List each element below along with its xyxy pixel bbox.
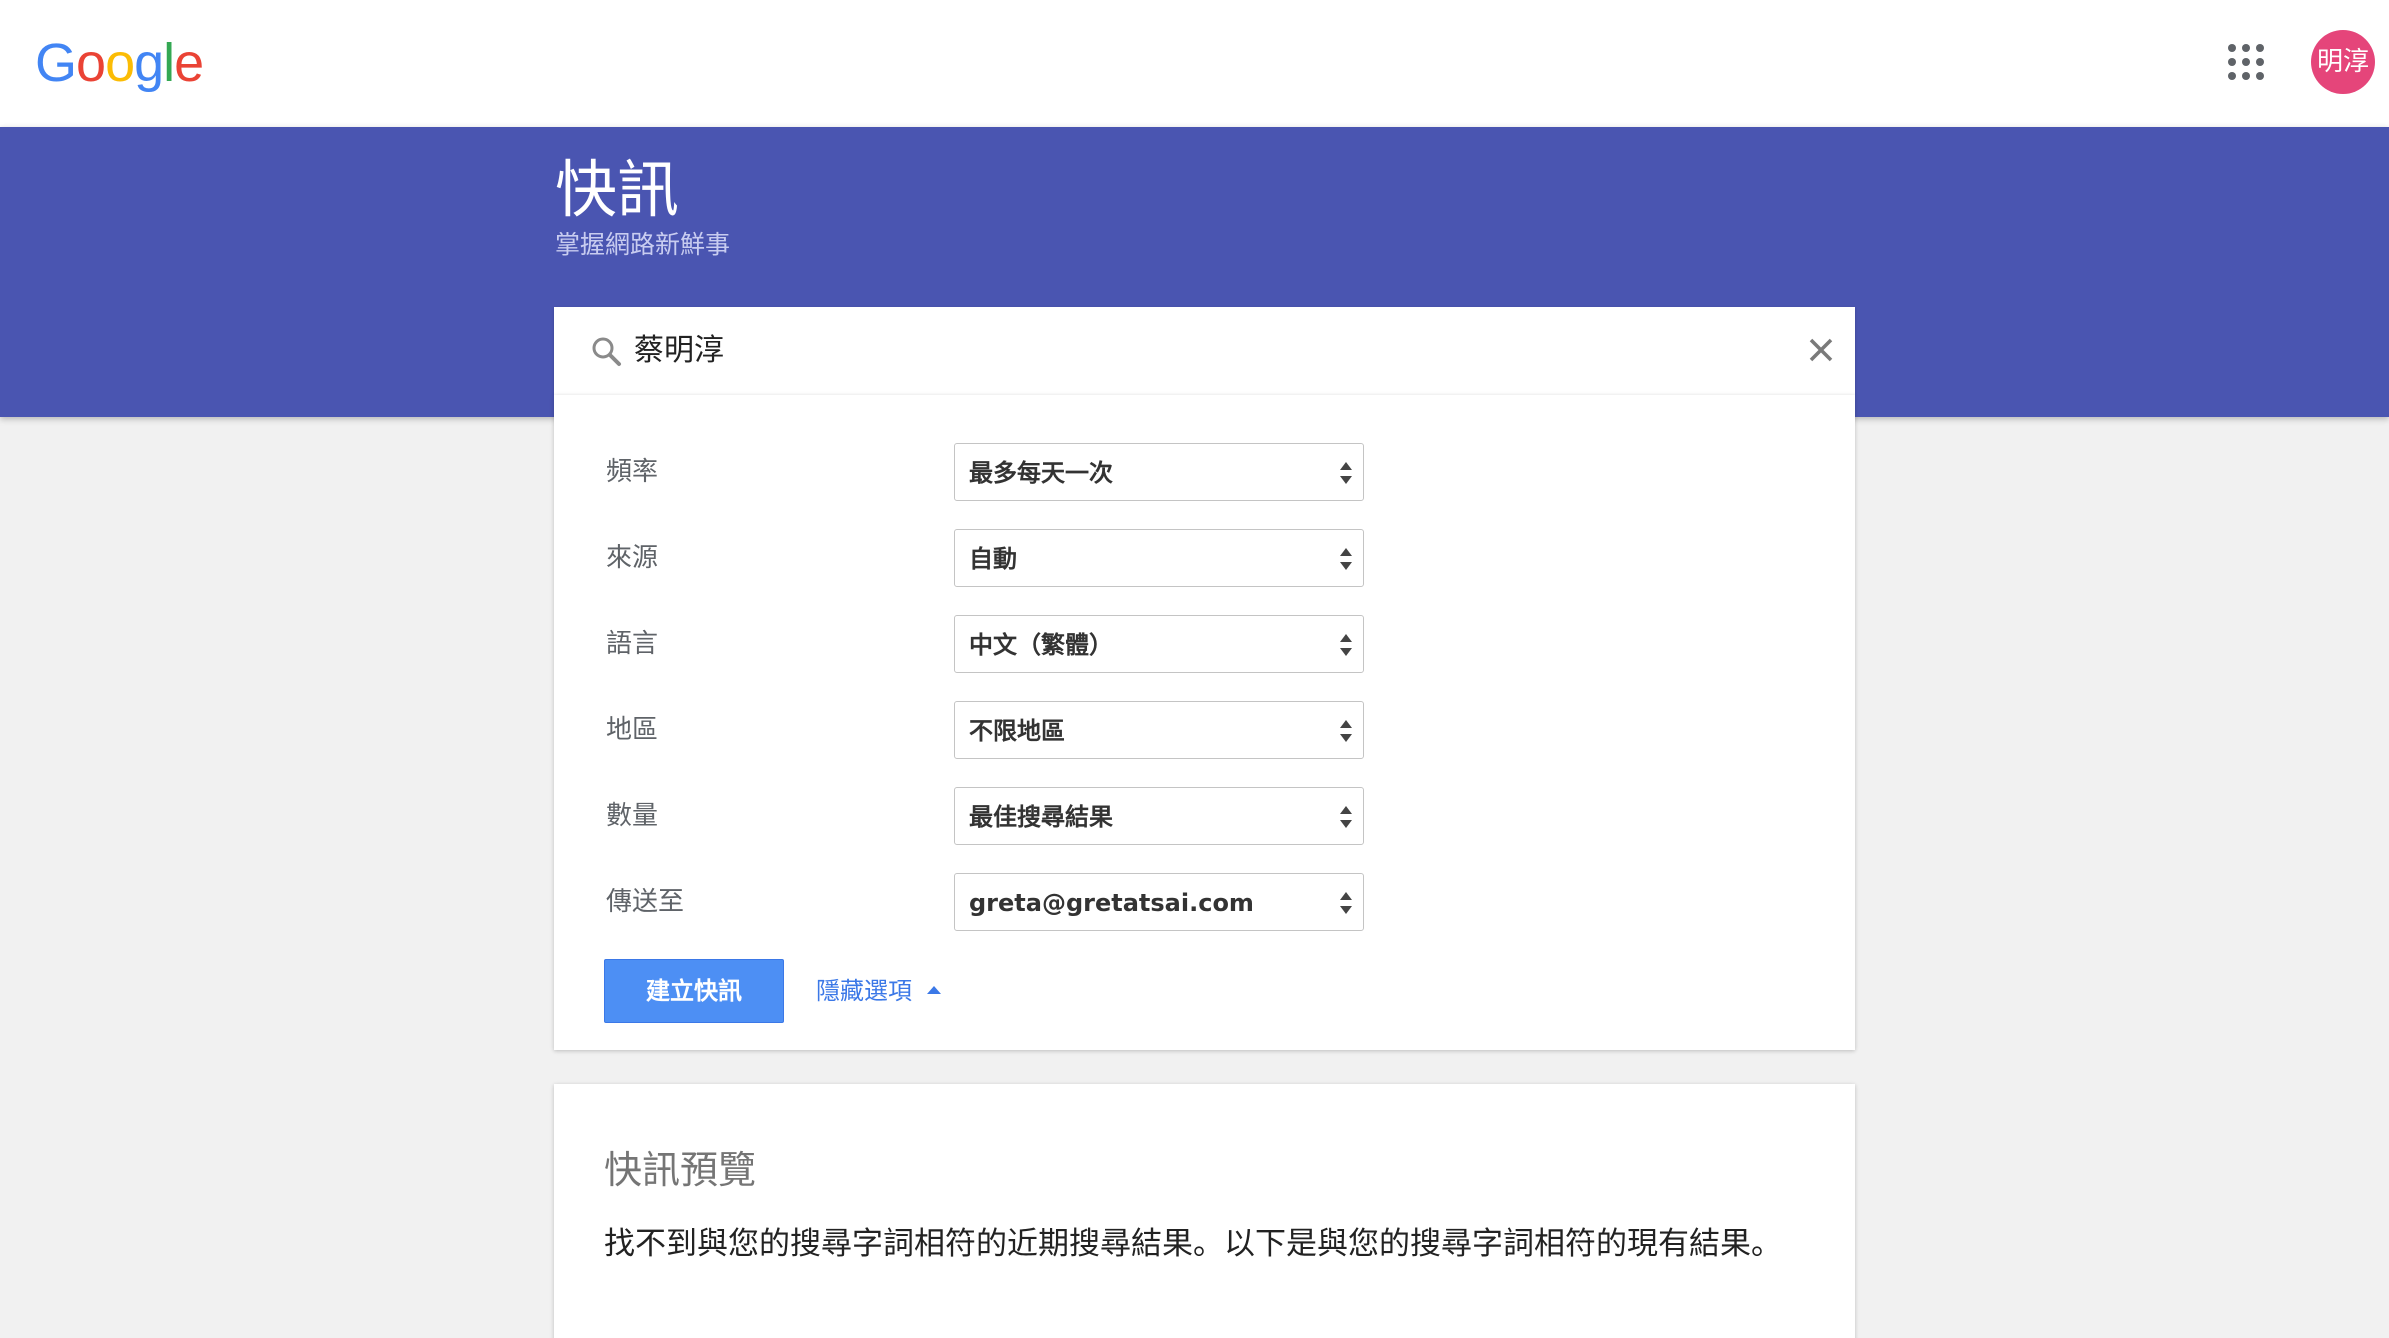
search-icon — [592, 337, 621, 366]
preview-message: 找不到與您的搜尋字詞相符的近期搜尋結果。以下是與您的搜尋字詞相符的現有結果。 — [604, 1226, 1782, 1262]
select-arrows-icon — [1340, 892, 1352, 914]
preview-card: 快訊預覽 找不到與您的搜尋字詞相符的近期搜尋結果。以下是與您的搜尋字詞相符的現有… — [554, 1084, 1855, 1338]
option-row-source: 來源 自動 — [554, 529, 1855, 587]
select-arrows-icon — [1340, 634, 1352, 656]
hide-options-link[interactable]: 隱藏選項 — [816, 973, 912, 1009]
logo-letter-o1: o — [76, 33, 106, 93]
options-card: 頻率 最多每天一次 來源 自動 語言 中文（繁體） 地區 不限地區 數量 最佳搜… — [554, 395, 1855, 1050]
select-value: 自動 — [969, 545, 1017, 573]
quantity-select[interactable]: 最佳搜尋結果 — [954, 787, 1364, 845]
select-value: 中文（繁體） — [969, 631, 1113, 659]
option-row-region: 地區 不限地區 — [554, 701, 1855, 759]
region-select[interactable]: 不限地區 — [954, 701, 1364, 759]
select-value: 最多每天一次 — [969, 459, 1113, 487]
close-icon[interactable] — [1806, 335, 1836, 365]
search-box: 蔡明淳 — [554, 307, 1855, 395]
select-arrows-icon — [1340, 720, 1352, 742]
search-input[interactable]: 蔡明淳 — [634, 329, 724, 373]
option-label: 數量 — [606, 801, 659, 831]
select-arrows-icon — [1340, 806, 1352, 828]
avatar[interactable]: 明淳 — [2311, 30, 2375, 94]
deliver-to-select[interactable]: greta@gretatsai.com — [954, 873, 1364, 931]
option-label: 來源 — [606, 543, 659, 573]
logo-letter-o2: o — [105, 33, 135, 93]
google-logo[interactable]: Google — [35, 28, 204, 98]
select-value: greta@gretatsai.com — [969, 889, 1254, 917]
create-alert-button[interactable]: 建立快訊 — [604, 959, 784, 1023]
select-arrows-icon — [1340, 462, 1352, 484]
logo-letter-g2: g — [134, 33, 164, 93]
option-row-frequency: 頻率 最多每天一次 — [554, 443, 1855, 501]
option-label: 語言 — [606, 629, 659, 659]
page-subtitle: 掌握網路新鮮事 — [555, 230, 731, 259]
frequency-select[interactable]: 最多每天一次 — [954, 443, 1364, 501]
preview-title: 快訊預覽 — [604, 1148, 757, 1192]
logo-letter-l: l — [163, 33, 175, 93]
top-bar: Google 明淳 — [0, 0, 2389, 127]
option-row-language: 語言 中文（繁體） — [554, 615, 1855, 673]
page-title: 快訊 — [555, 153, 680, 226]
select-value: 不限地區 — [969, 717, 1065, 745]
select-value: 最佳搜尋結果 — [969, 803, 1113, 831]
language-select[interactable]: 中文（繁體） — [954, 615, 1364, 673]
chevron-up-icon[interactable] — [926, 985, 942, 995]
apps-grid-icon[interactable] — [2228, 44, 2264, 80]
logo-letter-g: G — [35, 33, 77, 93]
option-row-deliver-to: 傳送至 greta@gretatsai.com — [554, 873, 1855, 931]
select-arrows-icon — [1340, 548, 1352, 570]
source-select[interactable]: 自動 — [954, 529, 1364, 587]
option-label: 頻率 — [606, 457, 659, 487]
option-row-quantity: 數量 最佳搜尋結果 — [554, 787, 1855, 845]
option-label: 地區 — [606, 715, 659, 745]
option-label: 傳送至 — [606, 887, 685, 917]
logo-letter-e: e — [174, 33, 204, 93]
